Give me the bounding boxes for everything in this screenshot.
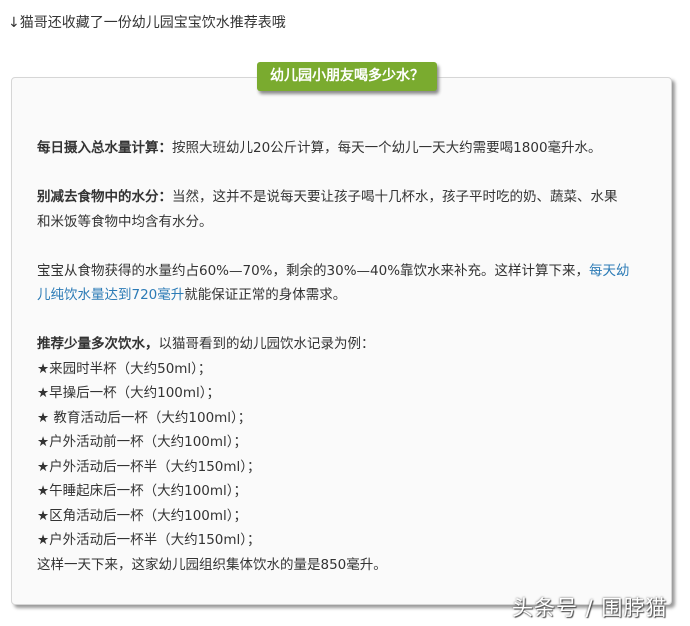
list-item: ★午睡起床后一杯（大约100ml）； [37,483,248,499]
text: 以猫哥看到的幼儿园饮水记录为例： [158,336,375,352]
watermark: 头条号 / 围脖猫 [512,596,668,620]
down-arrow-icon: ↓ [8,15,20,31]
text: 按照大班幼儿20公斤计算，每天一个幼儿一天大约需要喝1800毫升水。 [172,140,602,156]
paragraph-total-water: 每日摄入总水量计算：按照大班幼儿20公斤计算，每天一个幼儿一天大约需要喝1800… [37,136,667,161]
heading: 每日摄入总水量计算： [37,140,172,156]
list-item: ★ 教育活动后一杯（大约100ml）； [37,409,252,426]
text: 当然，这并不是说每天要让孩子喝十几杯水，孩子平时吃的奶、蔬菜、水果 [172,189,618,205]
list-item: ★户外活动后一杯半（大约150ml）； [37,532,261,548]
list-item: ★户外活动前一杯（大约100ml）； [37,434,248,450]
heading: 推荐少量多次饮水， [37,336,159,352]
text: 和米饭等食物中均含有水分。 [37,213,213,230]
list-item: ★早操后一杯（大约100ml）； [37,385,221,401]
list-item: ★户外活动后一杯半（大约150ml）； [37,458,261,475]
list-item: ★区角活动后一杯（大约100ml）； [37,507,248,524]
paragraph-schedule: 推荐少量多次饮水，以猫哥看到的幼儿园饮水记录为例： ★来园时半杯（大约50ml）… [37,332,667,577]
highlight-link[interactable]: 每天幼 [589,263,630,279]
text: 就能保证正常的身体需求。 [184,287,347,303]
paragraph-food-water: 别减去食物中的水分：当然，这并不是说每天要让孩子喝十几杯水，孩子平时吃的奶、蔬菜… [37,185,667,234]
highlight-link[interactable]: 儿纯饮水量达到720毫升 [37,287,184,303]
section-badge: 幼儿园小朋友喝多少水？ [257,62,437,91]
list-item: ★来园时半杯（大约50ml）； [37,360,212,377]
card-content: 每日摄入总水量计算：按照大班幼儿20公斤计算，每天一个幼儿一天大约需要喝1800… [37,136,667,577]
intro-label: 猫哥还收藏了一份幼儿园宝宝饮水推荐表哦 [19,15,286,31]
paragraph-ratio: 宝宝从食物获得的水量约占60%—70%，剩余的30%—40%靠饮水来补充。这样计… [37,259,667,308]
text: 宝宝从食物获得的水量约占60%—70%，剩余的30%—40%靠饮水来补充。这样计… [37,262,590,279]
heading: 别减去食物中的水分： [37,189,172,205]
summary: 这样一天下来，这家幼儿园组织集体饮水的量是850毫升。 [37,556,387,573]
intro-text: ↓猫哥还收藏了一份幼儿园宝宝饮水推荐表哦 [8,12,286,32]
